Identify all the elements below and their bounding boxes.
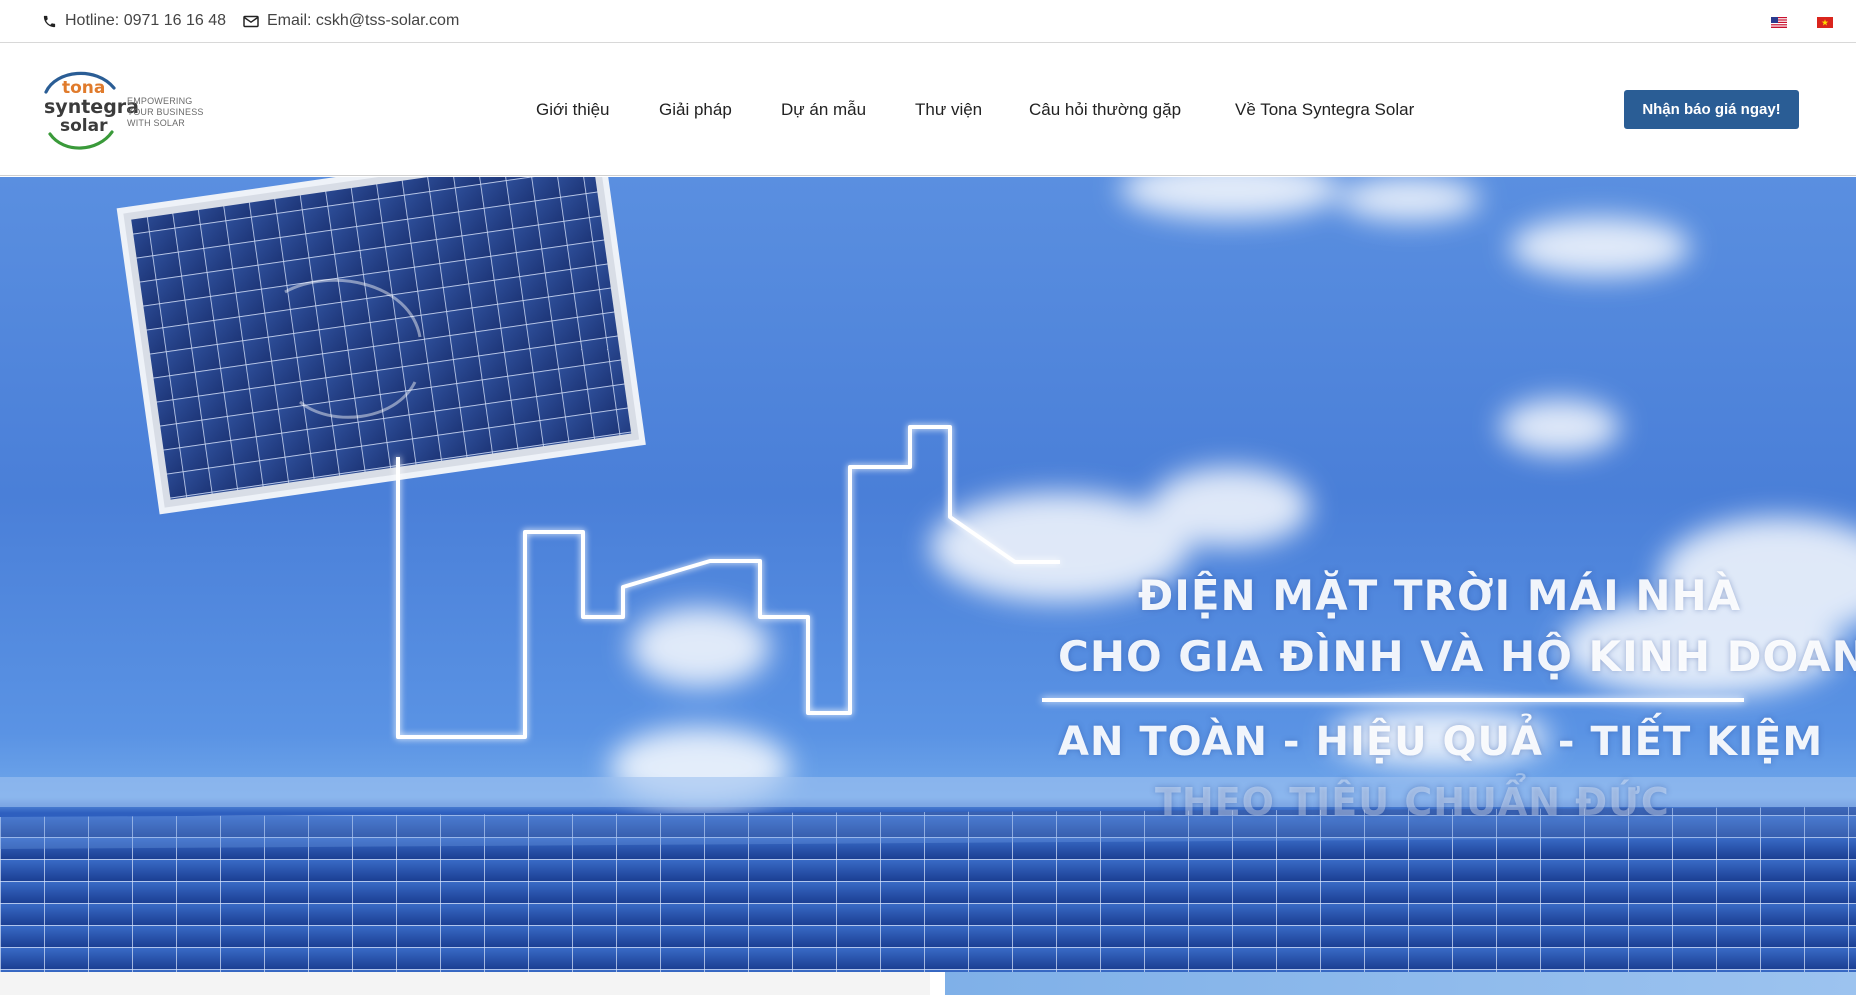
email-text: Email: cskh@tss-solar.com <box>267 12 460 29</box>
hero-headline-line-3: AN TOÀN - HIỆU QUẢ - TIẾT KIỆM <box>1058 719 1824 765</box>
us-flag-icon[interactable] <box>1771 17 1787 28</box>
logo-word-solar: solar <box>60 116 108 136</box>
vietnam-flag-icon[interactable] <box>1817 17 1833 28</box>
hero-headline-line-4: THEO TIÊU CHUẨN ĐỨC <box>1155 780 1670 824</box>
next-section-left-panel <box>0 972 930 995</box>
hero-divider <box>1042 698 1744 702</box>
tagline-line: WITH SOLAR <box>127 118 186 128</box>
tagline-line: EMPOWERING <box>127 96 193 106</box>
site-header: tona syntegra solar EMPOWERING YOUR BUSI… <box>0 44 1856 176</box>
hotline-text: Hotline: 0971 16 16 48 <box>65 12 227 29</box>
top-contact-bar: Hotline: 0971 16 16 48 Email: cskh@tss-s… <box>0 0 1856 43</box>
hero-headline-line-1: ĐIỆN MẶT TRỜI MÁI NHÀ <box>1138 571 1742 620</box>
hero-headline-line-2: CHO GIA ĐÌNH VÀ HỘ KINH DOANH <box>1058 632 1856 681</box>
get-quote-button[interactable]: Nhận báo giá ngay! <box>1624 90 1799 129</box>
nav-item-gioi-thieu[interactable]: Giới thiệu <box>536 100 610 124</box>
tagline-line: YOUR BUSINESS <box>127 107 204 117</box>
nav-item-du-an-mau[interactable]: Dự án mẫu <box>781 100 866 124</box>
nav-item-ve-chung-toi[interactable]: Về Tona Syntegra Solar <box>1235 100 1414 124</box>
hotline-link[interactable]: Hotline: 0971 16 16 48 <box>42 11 226 31</box>
logo-word-syntegra: syntegra <box>44 96 139 118</box>
nav-item-faq[interactable]: Câu hỏi thường gặp <box>1029 100 1181 124</box>
phone-icon <box>43 15 56 27</box>
email-link[interactable]: Email: cskh@tss-solar.com <box>243 11 459 31</box>
brand-logo[interactable]: tona syntegra solar EMPOWERING YOUR BUSI… <box>38 66 218 152</box>
logo-word-tona: tona <box>62 78 106 98</box>
next-section-right-image <box>945 972 1856 995</box>
nav-item-thu-vien[interactable]: Thư viện <box>915 100 982 124</box>
envelope-icon <box>243 15 259 27</box>
logo-tagline: EMPOWERING YOUR BUSINESS WITH SOLAR <box>127 96 204 129</box>
hero-banner: ĐIỆN MẶT TRỜI MÁI NHÀ CHO GIA ĐÌNH VÀ HỘ… <box>0 177 1856 972</box>
nav-item-giai-phap[interactable]: Giải pháp <box>659 100 732 124</box>
